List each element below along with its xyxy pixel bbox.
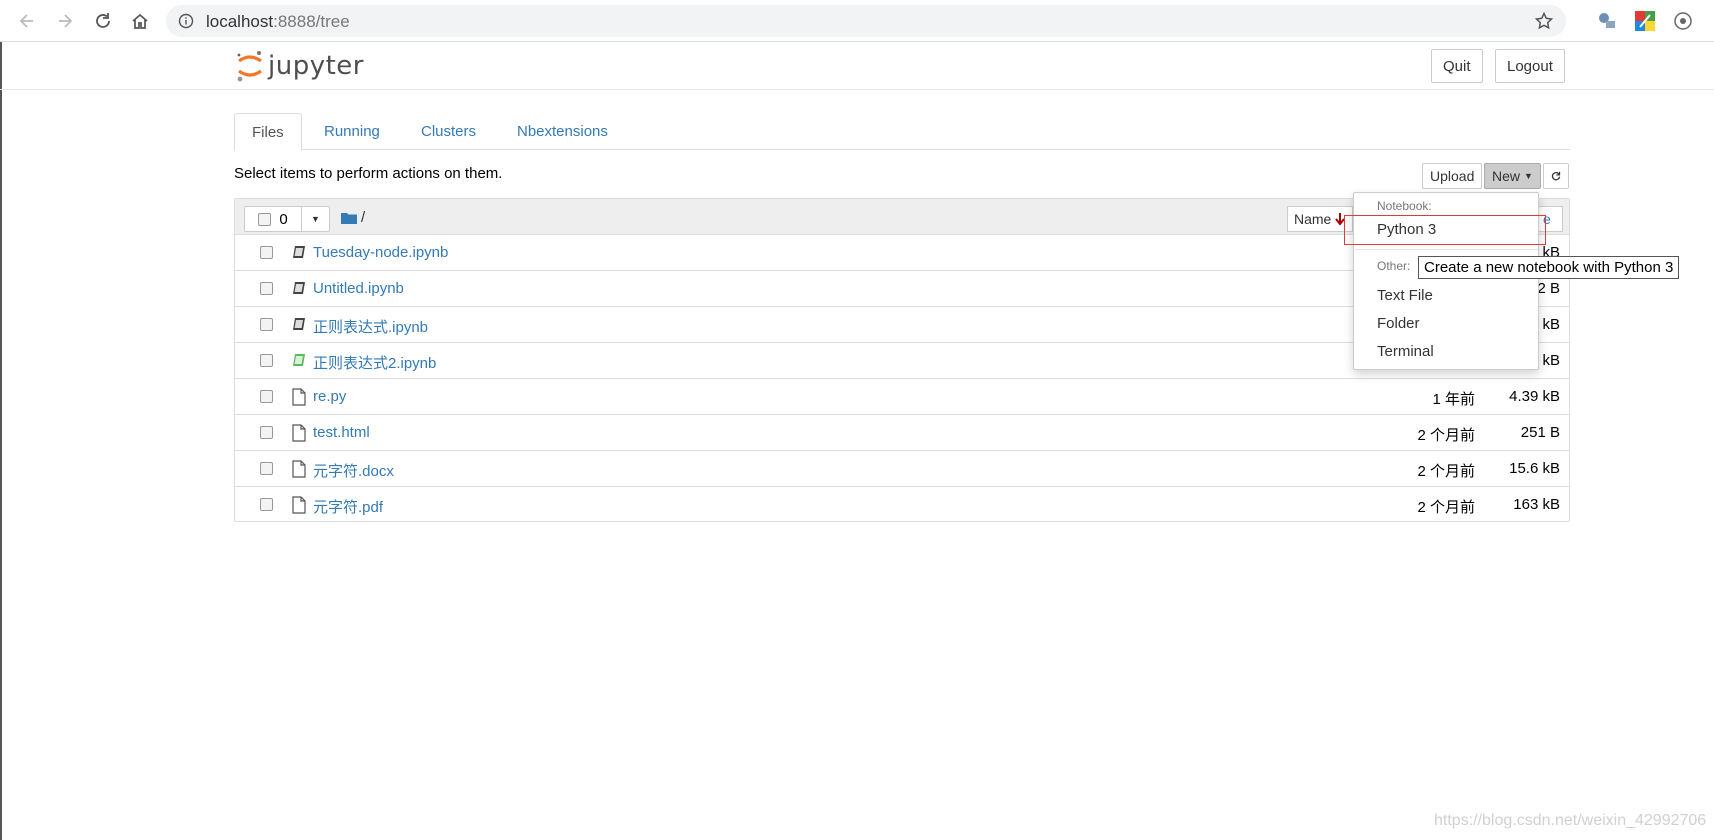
file-icon — [292, 424, 306, 442]
info-icon[interactable] — [178, 13, 194, 29]
home-icon[interactable] — [127, 8, 153, 34]
quit-button[interactable]: Quit — [1431, 49, 1483, 83]
caret-down-icon: ▼ — [1524, 171, 1533, 181]
new-button-label: New — [1492, 168, 1521, 184]
file-name-link[interactable]: 正则表达式2.ipynb — [313, 352, 436, 373]
file-size: kB — [1542, 352, 1560, 369]
file-modified: 1 年前 — [1432, 391, 1475, 408]
browser-toolbar: localhost:8888/tree — [0, 0, 1714, 42]
select-all-group: 0 ▼ — [244, 206, 330, 232]
row-checkbox[interactable] — [260, 498, 273, 511]
sort-label: Name — [1294, 211, 1332, 227]
upload-button[interactable]: Upload — [1422, 163, 1483, 189]
bookmark-star-icon[interactable] — [1534, 11, 1554, 31]
selected-count: 0 — [279, 210, 288, 228]
selection-hint: Select items to perform actions on them. — [234, 165, 503, 182]
python3-highlight-annotation — [1344, 215, 1546, 245]
url-text: localhost:8888/tree — [206, 12, 350, 31]
new-terminal-item[interactable]: Terminal — [1377, 343, 1434, 360]
tab-running[interactable]: Running — [307, 113, 397, 150]
file-icon — [292, 388, 306, 406]
file-name-link[interactable]: Tuesday-node.ipynb — [313, 244, 448, 261]
notebook-icon — [293, 246, 305, 258]
file-name-link[interactable]: 元字符.docx — [313, 460, 394, 481]
notebook-icon — [293, 318, 305, 330]
file-size: 2 B — [1537, 280, 1560, 297]
jupyter-logo[interactable]: jupyter — [236, 46, 364, 86]
file-modified: 2 个月前 — [1417, 427, 1475, 444]
folder-icon — [341, 213, 357, 224]
file-size: 163 kB — [1513, 496, 1560, 513]
row-checkbox[interactable] — [260, 282, 273, 295]
file-name-link[interactable]: Untitled.ipynb — [313, 280, 404, 297]
notebook-section-header: Notebook: — [1377, 199, 1432, 213]
select-all-button[interactable]: 0 — [244, 206, 302, 232]
logo-text: jupyter — [268, 51, 364, 81]
file-modified: 2 个月前 — [1417, 463, 1475, 480]
jupyter-header: jupyter Quit Logout — [0, 42, 1714, 90]
file-icon — [292, 496, 306, 514]
file-name-link[interactable]: re.py — [313, 388, 346, 405]
file-size: 251 B — [1520, 424, 1560, 441]
file-name-link[interactable]: test.html — [313, 424, 370, 441]
breadcrumb-root[interactable]: / — [361, 209, 365, 226]
row-checkbox[interactable] — [260, 354, 273, 367]
caret-down-icon: ▼ — [311, 214, 320, 224]
file-name-link[interactable]: 元字符.pdf — [313, 496, 383, 517]
row-checkbox[interactable] — [260, 246, 273, 259]
file-row[interactable]: 元字符.docx 2 个月前 15.6 kB — [235, 451, 1569, 487]
jupyter-page: jupyter Quit Logout Files Running Cluste… — [0, 42, 1714, 840]
file-name-link[interactable]: 正则表达式.ipynb — [313, 316, 428, 337]
file-row[interactable]: test.html 2 个月前 251 B — [235, 415, 1569, 451]
file-icon — [292, 460, 306, 478]
file-row[interactable]: re.py 1 年前 4.39 kB — [235, 379, 1569, 415]
new-button[interactable]: New ▼ — [1484, 163, 1541, 189]
back-icon[interactable] — [14, 8, 40, 34]
color-extension-icon[interactable] — [1634, 10, 1656, 32]
tab-clusters[interactable]: Clusters — [404, 113, 493, 150]
row-checkbox[interactable] — [260, 390, 273, 403]
tab-files[interactable]: Files — [234, 113, 302, 151]
running-notebook-icon — [293, 354, 305, 366]
refresh-icon — [1551, 171, 1561, 181]
jupyter-logo-icon — [237, 51, 262, 82]
file-modified: 2 个月前 — [1417, 499, 1475, 516]
row-checkbox[interactable] — [260, 318, 273, 331]
select-all-checkbox[interactable] — [258, 212, 272, 226]
tab-nbextensions[interactable]: Nbextensions — [500, 113, 625, 150]
logout-button[interactable]: Logout — [1495, 49, 1565, 83]
file-size: kB — [1542, 316, 1560, 333]
watermark: https://blog.csdn.net/weixin_42992706 — [1434, 812, 1707, 829]
file-size: 15.6 kB — [1509, 460, 1560, 477]
address-bar[interactable]: localhost:8888/tree — [166, 5, 1566, 37]
row-checkbox[interactable] — [260, 462, 273, 475]
row-checkbox[interactable] — [260, 426, 273, 439]
new-text-file-item[interactable]: Text File — [1377, 287, 1433, 304]
eye-extension-icon[interactable] — [1672, 10, 1694, 32]
reload-icon[interactable] — [90, 8, 116, 34]
file-size: 4.39 kB — [1509, 388, 1560, 405]
breadcrumb[interactable]: / — [341, 209, 365, 226]
tab-bar: Files Running Clusters Nbextensions — [234, 113, 1570, 151]
menu-divider — [1355, 249, 1538, 250]
forward-icon[interactable] — [52, 8, 78, 34]
file-row[interactable]: 元字符.pdf 2 个月前 163 kB — [235, 487, 1569, 523]
notebook-icon — [293, 282, 305, 294]
extension-icon[interactable] — [1596, 10, 1618, 32]
new-folder-item[interactable]: Folder — [1377, 315, 1420, 332]
select-menu-button[interactable]: ▼ — [302, 206, 330, 232]
python3-tooltip: Create a new notebook with Python 3 — [1418, 256, 1680, 279]
other-section-header: Other: — [1377, 259, 1411, 273]
refresh-button[interactable] — [1543, 163, 1569, 189]
